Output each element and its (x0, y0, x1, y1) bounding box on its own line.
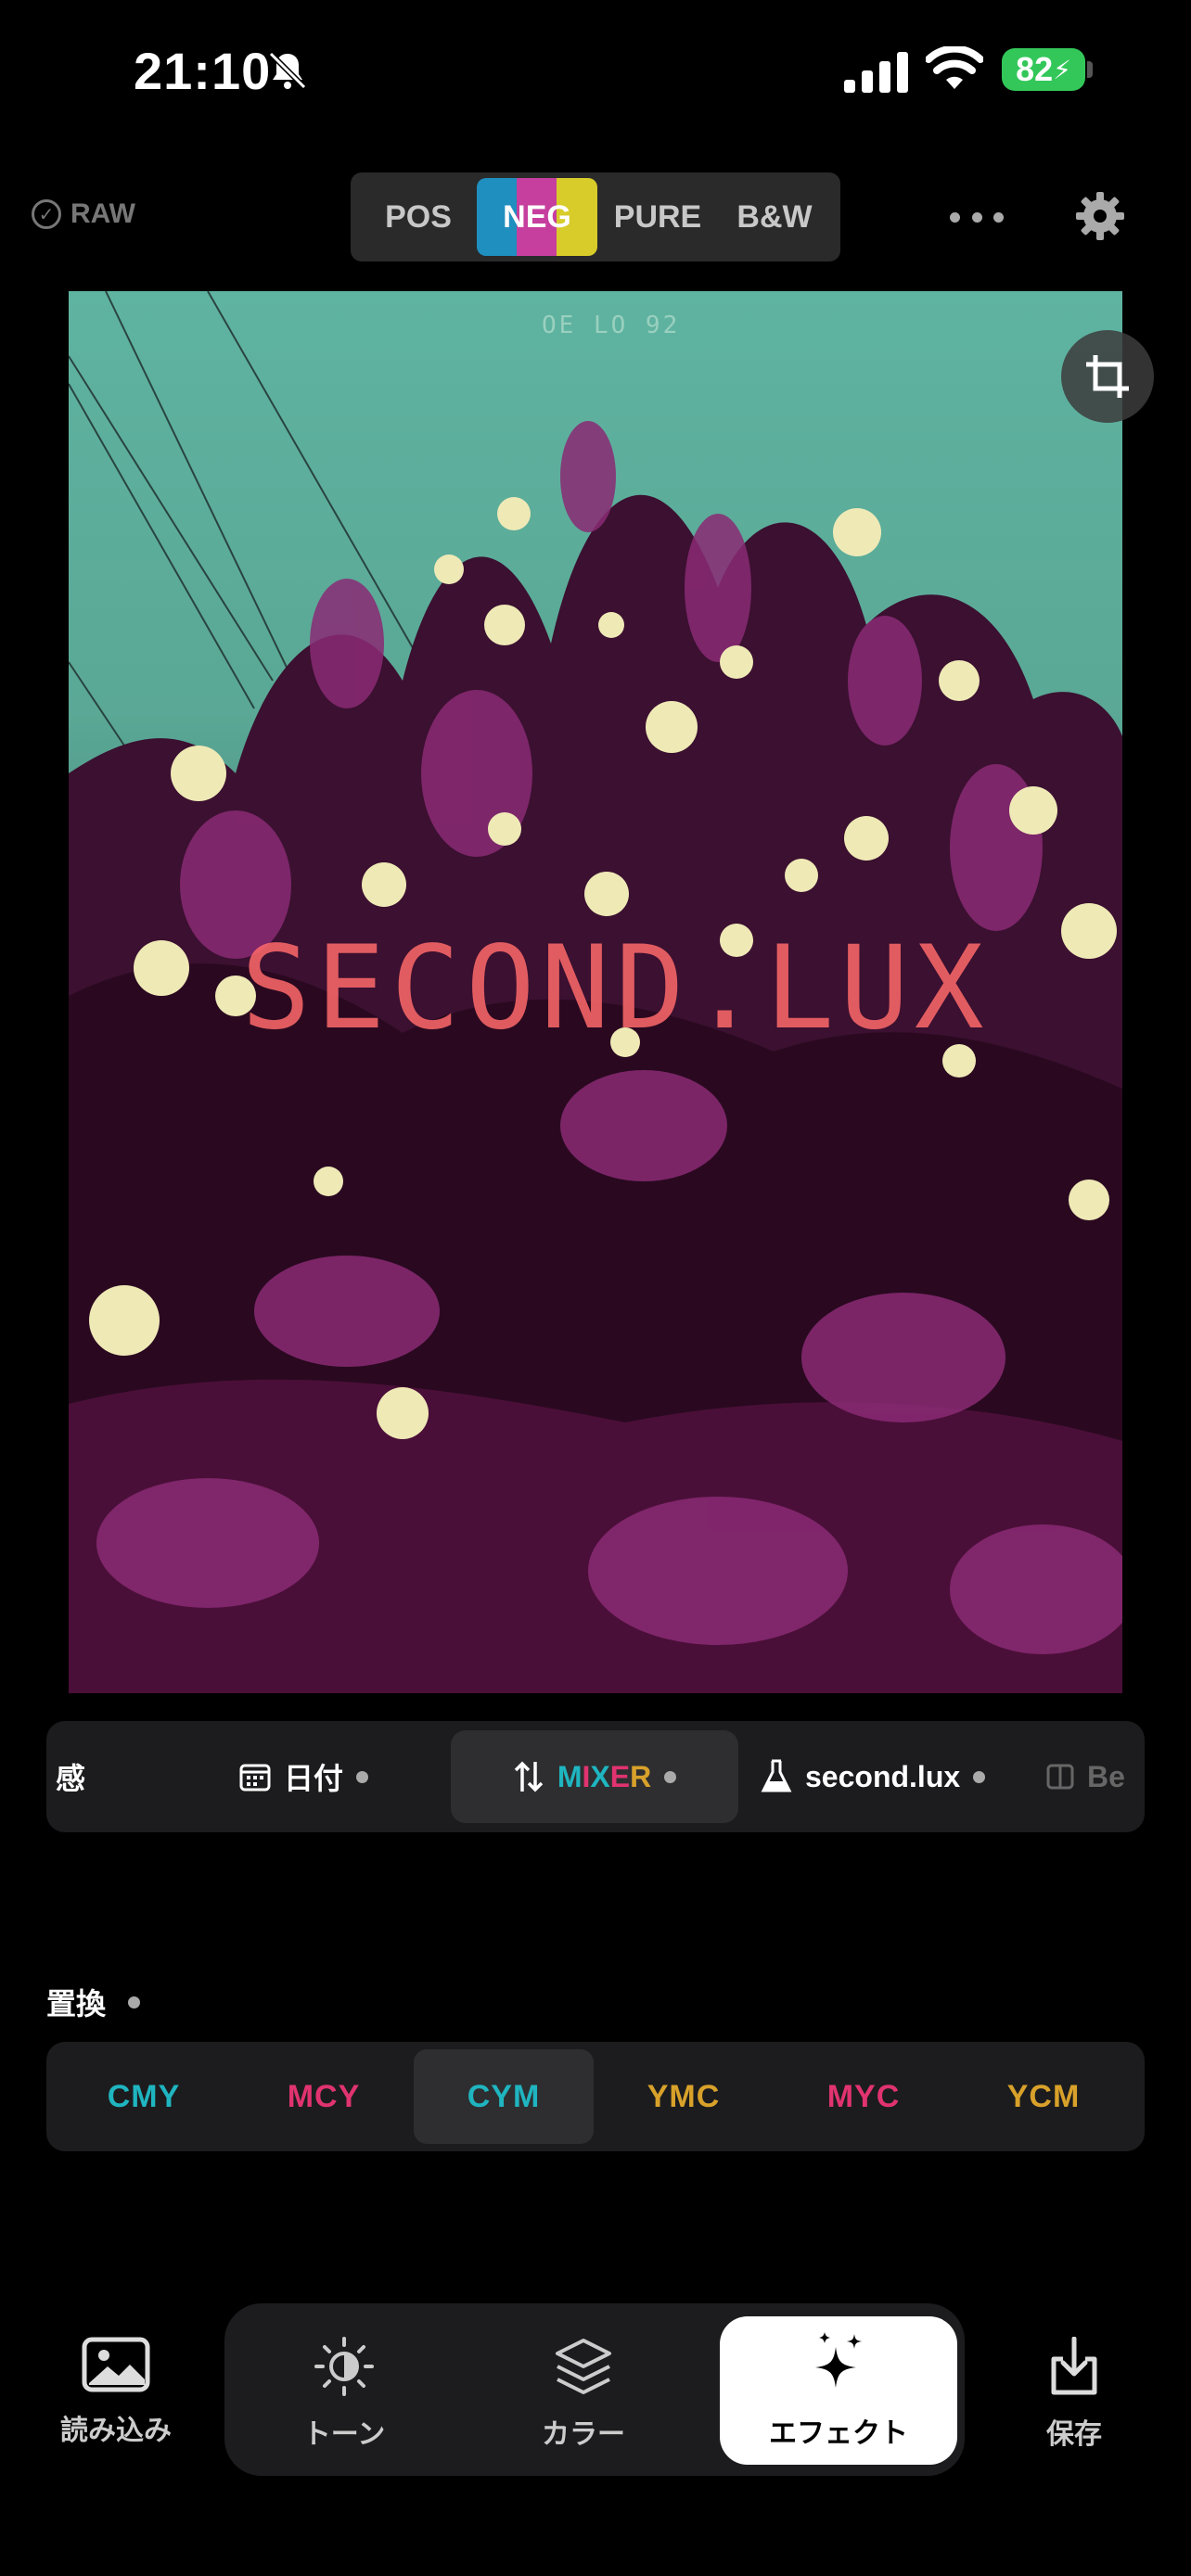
swap-option-cym[interactable]: CYM (414, 2049, 594, 2144)
tab-mixer[interactable]: MIXER (451, 1730, 738, 1823)
swap-option-label: YCM (1006, 2078, 1081, 2114)
import-button[interactable]: 読み込み (46, 2337, 186, 2448)
bell-slash-icon (268, 51, 307, 90)
battery-level: 82 (1016, 50, 1054, 88)
flask-icon (761, 1759, 792, 1792)
sparkles-icon (815, 2332, 862, 2388)
effect-button[interactable]: エフェクト (720, 2316, 957, 2465)
watermark-text: SECOND.LUX (241, 922, 990, 1055)
tone-button[interactable]: トーン (273, 2337, 416, 2452)
tab-label-partial-left: 感 (56, 1762, 86, 1795)
photo-icon (82, 2337, 150, 2392)
cellular-signal-icon (844, 52, 908, 93)
date-stamp: OE LO 92 (542, 312, 681, 339)
gear-icon[interactable] (1074, 190, 1126, 242)
save-button[interactable]: 保存 (1020, 2337, 1128, 2452)
mode-pure[interactable]: PURE (597, 172, 718, 261)
layers-icon (556, 2339, 611, 2394)
mixer-letter-r: R (630, 1759, 652, 1793)
split-view-icon (1046, 1764, 1074, 1790)
mode-bw[interactable]: B&W (714, 172, 835, 261)
import-label: 読み込み (60, 2416, 172, 2446)
color-button[interactable]: カラー (512, 2337, 655, 2452)
swap-option-ycm[interactable]: YCM (954, 2049, 1133, 2144)
tab-partial-left[interactable]: 感 (56, 1721, 85, 1832)
color-label: カラー (542, 2419, 625, 2450)
film-mode-selector: POS NEG PURE B&W (351, 172, 840, 261)
checkmark-circle-icon: ✓ (32, 199, 61, 229)
swap-option-cmy[interactable]: CMY (54, 2049, 234, 2144)
battery-indicator: 82 ⚡ (1002, 48, 1085, 91)
tab-label-second-lux: second.lux (805, 1759, 961, 1793)
download-icon (1051, 2337, 1097, 2395)
channel-swap-selector: CMY MCY CYM YMC MYC YCM (46, 2042, 1145, 2151)
wifi-icon (926, 46, 983, 89)
swap-section-label: 置換 (46, 1981, 141, 2023)
tab-label-partial-right: Be (1087, 1759, 1125, 1793)
status-dot (128, 1996, 141, 2009)
crop-icon (1086, 355, 1129, 398)
swap-option-myc[interactable]: MYC (774, 2049, 954, 2144)
tab-label-date: 日付 (284, 1762, 344, 1795)
effect-tabs: 感 日付 MIXER second.lux Be (46, 1721, 1145, 1832)
photo-preview[interactable]: OE LO 92 SECOND.LUX (69, 291, 1122, 1693)
raw-label: RAW (70, 198, 135, 229)
swap-option-ymc[interactable]: YMC (594, 2049, 774, 2144)
mixer-letter-e: E (609, 1759, 631, 1793)
calendar-icon (239, 1764, 271, 1792)
tab-partial-right[interactable]: Be (1046, 1721, 1125, 1832)
status-dot (664, 1770, 677, 1783)
status-time: 21:10 (134, 42, 272, 100)
tone-label: トーン (302, 2419, 386, 2450)
brightness-icon (314, 2337, 374, 2396)
swap-option-label: CYM (467, 2078, 541, 2114)
more-options-icon[interactable] (950, 195, 1004, 239)
mixer-letter-x: X (590, 1759, 610, 1793)
mode-pos[interactable]: POS (358, 172, 479, 261)
charging-bolt-icon: ⚡ (1053, 55, 1071, 84)
swap-option-label: CMY (107, 2078, 181, 2114)
swap-option-label: MYC (826, 2078, 901, 2114)
mode-neg[interactable]: NEG (477, 178, 597, 256)
tab-second-lux[interactable]: second.lux (761, 1721, 986, 1832)
battery-cap (1087, 61, 1093, 78)
save-label: 保存 (1046, 2419, 1102, 2450)
swap-option-label: MCY (287, 2078, 361, 2114)
tab-label-mixer: MIXER (557, 1760, 651, 1794)
mixer-arrows-icon (514, 1761, 544, 1792)
swap-label: 置換 (46, 1987, 107, 2021)
effect-label: エフェクト (769, 2418, 908, 2449)
tab-date[interactable]: 日付 (239, 1721, 369, 1832)
swap-option-label: YMC (647, 2078, 721, 2114)
mixer-letter-m: M (557, 1759, 583, 1793)
edit-mode-toolbar: トーン カラー エフェクト (224, 2303, 965, 2476)
status-dot (973, 1770, 986, 1783)
crop-button[interactable] (1061, 330, 1154, 423)
swap-option-mcy[interactable]: MCY (234, 2049, 414, 2144)
status-bar: 21:10 82 ⚡ (0, 0, 1191, 148)
status-dot (356, 1770, 369, 1783)
raw-toggle[interactable]: ✓ RAW (32, 198, 135, 230)
